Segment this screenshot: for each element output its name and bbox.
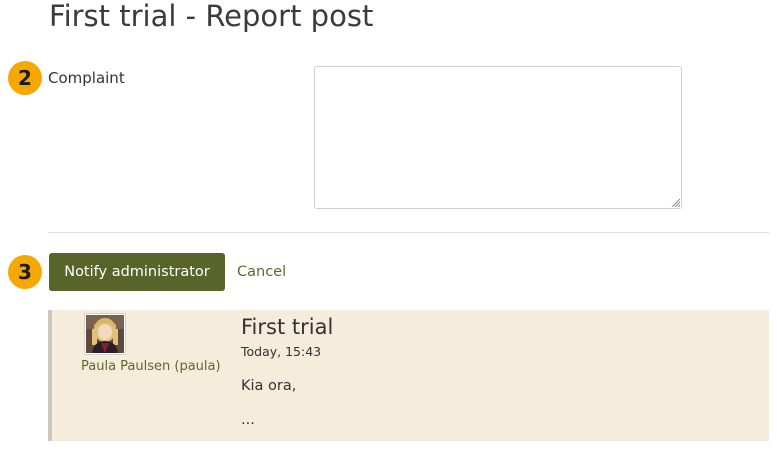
cancel-link[interactable]: Cancel	[237, 262, 286, 282]
page-title: First trial - Report post	[49, 0, 374, 33]
complaint-textarea[interactable]	[314, 66, 682, 209]
step-badge: 2	[8, 61, 42, 95]
form-divider	[48, 232, 769, 233]
notify-administrator-button[interactable]: Notify administrator	[49, 253, 225, 291]
report-post-page: First trial - Report post 2 Complaint 3 …	[0, 0, 777, 452]
post-title: First trial	[241, 315, 334, 339]
user-avatar-image	[86, 315, 124, 353]
step-badge: 3	[8, 255, 42, 289]
avatar[interactable]	[84, 313, 126, 355]
resize-grip-icon[interactable]	[670, 197, 680, 207]
post-body-ellipsis: ...	[241, 412, 255, 428]
post-body-text: Kia ora,	[241, 378, 297, 394]
complaint-label: Complaint	[48, 69, 125, 87]
post-author-link[interactable]: Paula Paulsen (paula)	[81, 358, 221, 376]
post-timestamp: Today, 15:43	[241, 344, 322, 359]
